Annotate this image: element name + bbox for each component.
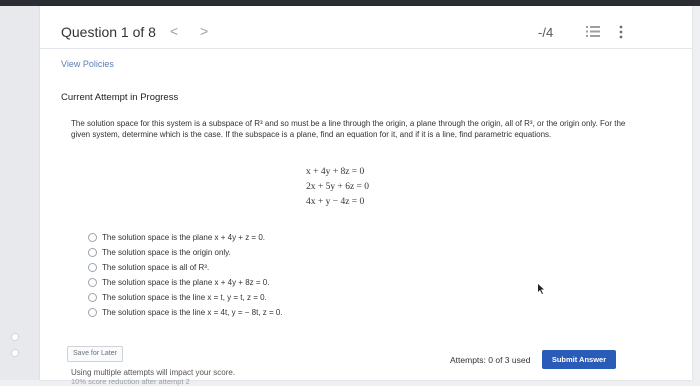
save-for-later-button[interactable]: Save for Later — [67, 346, 123, 362]
more-vertical-icon[interactable] — [618, 25, 624, 39]
chevron-right-icon[interactable]: > — [200, 23, 208, 39]
question-card: Question 1 of 8 < > -/4 View Policies Cu… — [40, 6, 692, 386]
radio-button[interactable] — [88, 233, 97, 242]
radio-button[interactable] — [88, 293, 97, 302]
attempts-counter: Attempts: 0 of 3 used — [450, 355, 531, 365]
list-icon[interactable] — [586, 25, 600, 38]
question-title: Question 1 of 8 — [61, 24, 156, 40]
left-gutter — [0, 6, 40, 380]
answer-options: The solution space is the plane x + 4y +… — [88, 230, 283, 320]
question-prompt: The solution space for this system is a … — [71, 119, 626, 139]
option-label: The solution space is the origin only. — [102, 248, 231, 257]
header-divider — [40, 48, 692, 49]
attempt-heading: Current Attempt in Progress — [61, 92, 179, 103]
attempts-warning: Using multiple attempts will impact your… — [71, 368, 236, 377]
equation: x + 4y + 8z = 0 — [306, 167, 365, 177]
option-label: The solution space is the line x = 4t, y… — [102, 308, 283, 317]
equation: 2x + 5y + 6z = 0 — [306, 182, 370, 192]
score-indicator: -/4 — [538, 25, 554, 40]
option-label: The solution space is the line x = t, y … — [102, 293, 267, 302]
radio-button[interactable] — [88, 248, 97, 257]
submit-answer-button[interactable]: Submit Answer — [542, 350, 616, 369]
answer-option[interactable]: The solution space is the plane x + 4y +… — [88, 275, 283, 290]
answer-option[interactable]: The solution space is the origin only. — [88, 245, 283, 260]
cursor-icon — [538, 284, 544, 294]
answer-option[interactable]: The solution space is the line x = 4t, y… — [88, 305, 283, 320]
answer-option[interactable]: The solution space is the line x = t, y … — [88, 290, 283, 305]
answer-option[interactable]: The solution space is all of R³. — [88, 260, 283, 275]
chevron-left-icon[interactable]: < — [170, 23, 178, 39]
gutter-dot — [12, 350, 18, 356]
option-label: The solution space is the plane x + 4y +… — [102, 233, 265, 242]
option-label: The solution space is the plane x + 4y +… — [102, 278, 270, 287]
gutter-dot — [12, 334, 18, 340]
score-reduction-note: 10% score reduction after attempt 2 — [71, 377, 190, 386]
equation: 4x + y − 4z = 0 — [306, 197, 365, 207]
view-policies-link[interactable]: View Policies — [61, 59, 114, 69]
answer-option[interactable]: The solution space is the plane x + 4y +… — [88, 230, 283, 245]
radio-button[interactable] — [88, 308, 97, 317]
equation-system: x + 4y + 8z = 0 2x + 5y + 6z = 0 4x + y … — [306, 165, 369, 210]
radio-button[interactable] — [88, 278, 97, 287]
radio-button[interactable] — [88, 263, 97, 272]
option-label: The solution space is all of R³. — [102, 263, 210, 272]
